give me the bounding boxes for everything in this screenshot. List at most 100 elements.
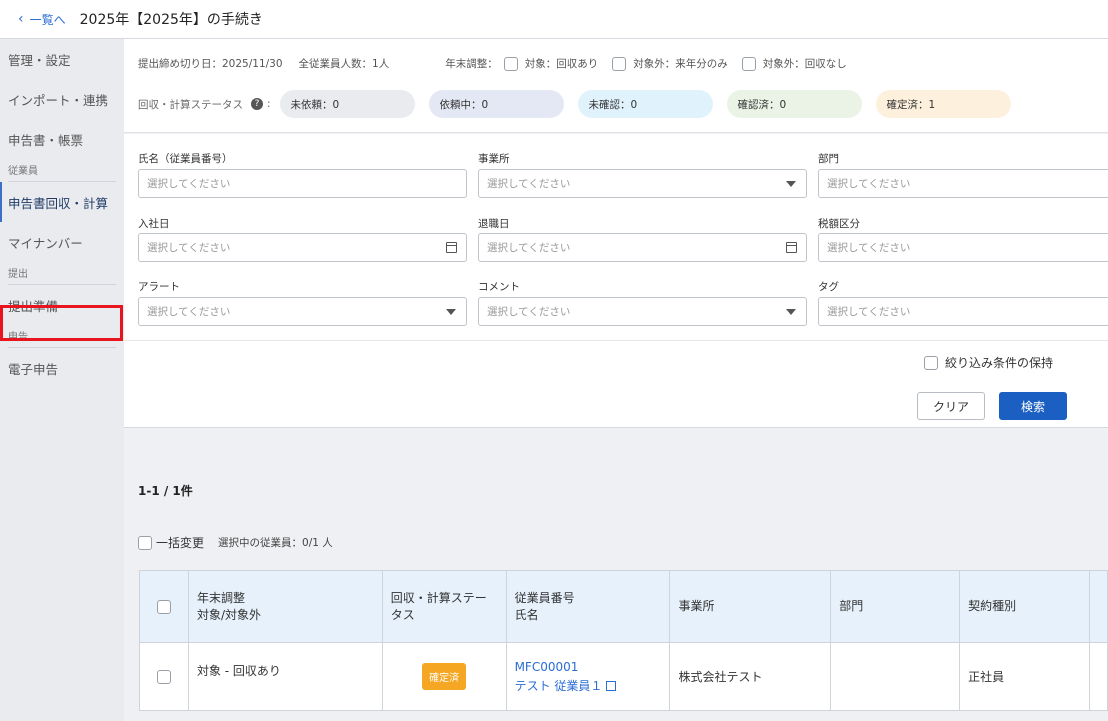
col-status[interactable]: 回収・計算ステー タス — [381, 570, 507, 643]
filter-divider — [124, 340, 1108, 341]
status-pill-confirmed[interactable]: 確認済：0 — [726, 90, 862, 118]
external-link-icon[interactable] — [606, 681, 617, 691]
dept-filter-input[interactable]: 選択してください — [818, 169, 1108, 198]
col-dept[interactable]: 部門 — [830, 570, 961, 643]
employee-name-link[interactable]: テスト 従業員１ — [515, 679, 603, 693]
status-badge: 確定済 — [422, 663, 467, 690]
checkbox[interactable] — [741, 56, 756, 71]
checkbox[interactable] — [924, 355, 938, 370]
row-checkbox[interactable] — [156, 669, 171, 684]
sidebar-item-forms[interactable]: 申告書・帳票 — [0, 119, 124, 159]
highlight-box — [0, 305, 123, 341]
cell-more — [1088, 642, 1108, 711]
result-count: 1-1 / 1件 — [138, 484, 193, 498]
tag-filter-input[interactable]: 選択してください — [818, 297, 1108, 326]
employee-count: 全従業員人数：1人 — [298, 58, 390, 70]
tax-category-input[interactable]: 選択してください — [818, 233, 1108, 262]
page-title: 2025年【2025年】の手続き — [79, 12, 263, 28]
header-text: 年末調整 — [196, 590, 245, 605]
office-filter-select[interactable]: 選択してください — [478, 169, 807, 198]
status-pill-unrequested[interactable]: 未依頼：0 — [279, 90, 415, 118]
checkbox[interactable] — [138, 535, 152, 550]
clear-button[interactable]: クリア — [917, 392, 985, 420]
alert-filter-label: アラート — [138, 281, 180, 293]
year-end-label: 年末調整： — [445, 58, 498, 70]
placeholder: 選択してください — [487, 306, 571, 318]
placeholder: 選択してください — [147, 178, 231, 190]
retire-date-label: 退職日 — [478, 218, 510, 230]
calendar-icon[interactable] — [446, 242, 457, 253]
header-text: 回収・計算ステー — [390, 590, 487, 605]
sidebar-item-collection[interactable]: 申告書回収・計算 — [0, 182, 124, 222]
cell-year-end: 対象 - 回収あり — [187, 642, 383, 711]
comment-filter-select[interactable]: 選択してください — [478, 297, 807, 326]
back-to-list-link[interactable]: ‹ 一覧へ — [18, 11, 66, 28]
hire-date-input[interactable]: 選択してください — [138, 233, 467, 262]
placeholder: 選択してください — [147, 242, 231, 254]
sidebar-item-e-filing[interactable]: 電子申告 — [0, 348, 124, 388]
selected-count: 選択中の従業員：0/1 人 — [218, 537, 333, 549]
checkbox[interactable] — [612, 56, 627, 71]
sidebar-item-settings[interactable]: 管理・設定 — [0, 39, 124, 79]
name-filter-input[interactable]: 選択してください — [138, 169, 467, 198]
pill-label: 依頼中：0 — [439, 98, 489, 111]
option-label: 対象外：来年分のみ — [633, 58, 728, 70]
chevron-left-icon: ‹ — [18, 11, 24, 27]
filter-panel: 氏名（従業員番号） 選択してください 事業所 選択してください 部門 選択してく… — [124, 134, 1108, 428]
keep-filter-toggle[interactable]: 絞り込み条件の保持 — [924, 354, 1053, 371]
main-content: 提出締め切り日：2025/11/30 全従業員人数：1人 年末調整： 対象：回収… — [124, 39, 1108, 721]
cell-office: 株式会社テスト — [669, 642, 832, 711]
sidebar-section-submit: 提出 — [8, 269, 28, 280]
pill-label: 未依頼：0 — [290, 98, 340, 111]
sidebar-section-employee: 従業員 — [8, 166, 38, 177]
col-contract[interactable]: 契約種別 — [959, 570, 1090, 643]
header-text: 対象/対象外 — [196, 607, 261, 622]
tag-filter-label: タグ — [818, 281, 839, 293]
sidebar-item-mynumber[interactable]: マイナンバー — [0, 222, 124, 262]
back-label: 一覧へ — [29, 12, 66, 27]
option-excluded-no-collect[interactable]: 対象外：回収なし — [741, 56, 847, 71]
status-pill-unconfirmed[interactable]: 未確認：0 — [577, 90, 713, 118]
select-all-cell — [139, 570, 189, 643]
option-label: 対象：回収あり — [524, 58, 599, 70]
header-text: 従業員番号 — [514, 590, 575, 605]
cell-status: 確定済 — [381, 642, 507, 711]
placeholder: 選択してください — [827, 242, 911, 254]
option-excluded-next-year[interactable]: 対象外：来年分のみ — [612, 56, 728, 71]
help-icon[interactable]: ? — [251, 98, 263, 110]
bulk-change-toggle[interactable]: 一括変更 — [138, 534, 204, 551]
placeholder: 選択してください — [487, 242, 571, 254]
dept-filter-label: 部門 — [818, 153, 839, 165]
comment-filter-label: コメント — [478, 281, 520, 293]
caret-down-icon — [786, 181, 796, 187]
status-label: 回収・計算ステータス — [138, 98, 243, 111]
calendar-icon[interactable] — [786, 242, 797, 253]
checkbox[interactable] — [503, 56, 518, 71]
tax-category-label: 税額区分 — [818, 218, 860, 230]
cell-contract: 正社員 — [959, 642, 1090, 711]
status-pill-finalized[interactable]: 確定済：1 — [875, 90, 1011, 118]
header-text: 氏名 — [514, 607, 539, 622]
placeholder: 選択してください — [147, 306, 231, 318]
select-all-checkbox[interactable] — [156, 599, 171, 614]
status-pill-requested[interactable]: 依頼中：0 — [428, 90, 564, 118]
bulk-change-row: 一括変更 選択中の従業員：0/1 人 — [138, 534, 333, 551]
option-label: 対象外：回収なし — [762, 58, 847, 70]
search-button[interactable]: 検索 — [999, 392, 1067, 420]
deadline-text: 提出締め切り日：2025/11/30 — [138, 58, 283, 70]
retire-date-input[interactable]: 選択してください — [478, 233, 807, 262]
caret-down-icon — [446, 309, 456, 315]
col-employee[interactable]: 従業員番号 氏名 — [505, 570, 671, 643]
pill-label: 確定済：1 — [886, 98, 936, 111]
table-row[interactable]: 対象 - 回収あり 確定済 MFC00001 テスト 従業員１ 株式会社テスト … — [139, 642, 1108, 711]
employee-number-link[interactable]: MFC00001 — [515, 660, 662, 674]
col-office[interactable]: 事業所 — [669, 570, 832, 643]
pill-label: 未確認：0 — [588, 98, 638, 111]
status-suffix: : — [267, 98, 271, 110]
sidebar-item-import[interactable]: インポート・連携 — [0, 79, 124, 119]
sidebar: 管理・設定 インポート・連携 申告書・帳票 従業員 申告書回収・計算 マイナンバ… — [0, 39, 124, 721]
bulk-change-label: 一括変更 — [156, 536, 205, 550]
option-target-collect[interactable]: 対象：回収あり — [503, 56, 599, 71]
col-year-end[interactable]: 年末調整対象/対象外 — [187, 570, 383, 643]
alert-filter-select[interactable]: 選択してください — [138, 297, 467, 326]
